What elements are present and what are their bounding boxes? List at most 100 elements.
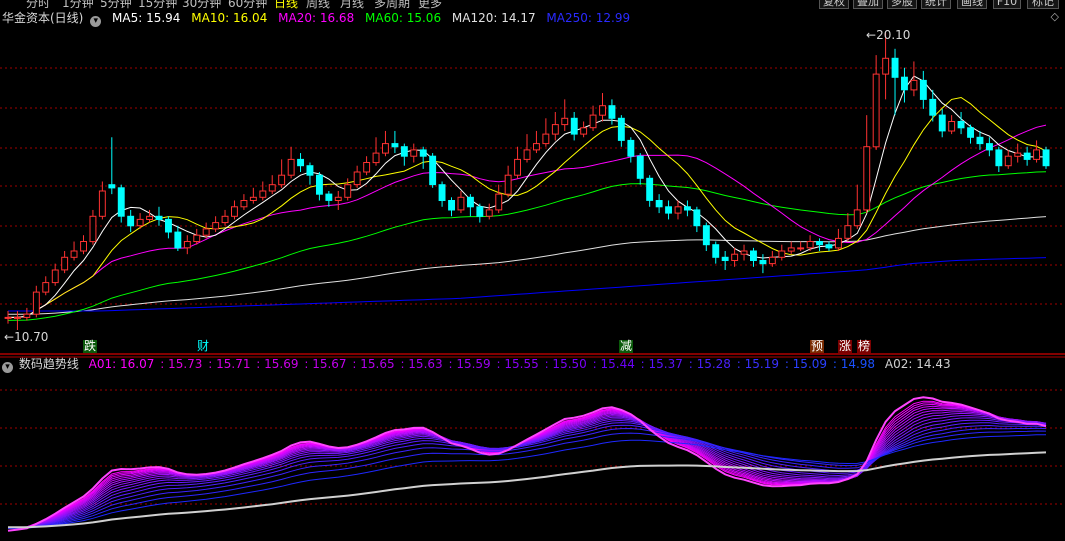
candle-body [919,79,927,100]
candle [287,146,295,179]
candle-body [665,206,672,214]
candle [778,244,786,261]
candle-body [372,152,380,164]
candle-body [504,174,512,195]
candle-body [825,244,833,249]
candle [259,181,267,201]
candle-body [929,98,937,116]
candle [297,153,305,173]
event-marker-zhang[interactable]: 涨 [838,340,852,353]
candle [768,251,776,267]
high-arrow-icon: ← [866,28,877,42]
candle [221,209,229,226]
candle [32,285,40,318]
candle [835,228,842,252]
candle [98,181,106,220]
candle [448,197,456,217]
candle [457,190,465,214]
candle [325,190,333,207]
candle-body [967,127,974,138]
candle [617,115,625,147]
candle [825,241,833,252]
candle-body [249,196,257,202]
candle [382,130,389,157]
candle [882,33,890,100]
candle [61,251,69,274]
candle-body [721,256,729,261]
candle [306,162,314,185]
candle [249,187,257,204]
candle-body [910,79,918,91]
candle-body [174,231,182,249]
candle [948,115,956,135]
candle-body [325,193,333,201]
candle-body [1042,149,1050,167]
high-price-label: ←20.10 [866,28,911,42]
candle [636,153,644,185]
candle-body [797,247,805,250]
candle-body [674,206,682,214]
candle [1033,140,1040,163]
candle [4,311,12,324]
candle [372,137,380,166]
kline-chart[interactable] [0,0,1065,541]
candle [165,216,172,239]
candle-body [1033,149,1040,160]
candle [797,241,805,252]
event-marker-cai[interactable]: 财 [196,340,210,353]
candle-body [89,215,97,243]
candle [127,209,135,233]
candle-body [580,127,588,135]
candle-body [240,200,248,208]
candle-body [787,247,795,252]
candle-body [551,124,559,135]
candle [976,130,984,150]
candle-body [636,155,644,179]
candle [872,55,880,150]
candle [665,200,672,220]
candle [542,118,550,147]
candle [155,206,163,226]
ma-lines [7,75,1047,321]
candle [467,194,474,217]
candle [646,175,654,207]
candle-body [259,190,267,198]
event-marker-bang[interactable]: 榜 [857,340,871,353]
candle [183,235,191,255]
candle-body [561,117,569,126]
candle-body [467,196,474,208]
candle [919,70,927,109]
candle-body [231,206,238,217]
candle [51,263,59,286]
candle-body [146,215,154,221]
candle-body [80,241,87,252]
candle [702,222,710,252]
candle [212,216,220,233]
candle [750,247,757,267]
candle-body [23,313,31,318]
candle-body [400,146,408,157]
candle [674,200,682,220]
candle-body [523,149,531,160]
candle-body [202,228,210,236]
event-marker-die[interactable]: 跌 [83,340,97,353]
candle [655,194,663,214]
event-marker-yu[interactable]: 预 [810,340,824,353]
candle-body [32,291,40,315]
candle [627,137,635,163]
candle-body [344,184,352,198]
candle [938,108,946,138]
candle-body [646,177,654,201]
candle-body [495,193,503,211]
candle-body [42,282,50,293]
candle-body [750,250,757,261]
candle-body [448,200,456,211]
candle-body [287,158,295,176]
candle-body [476,206,484,217]
candle-body [419,149,427,157]
candle [967,124,974,144]
candle-body [70,250,78,258]
event-marker-jian[interactable]: 减 [619,340,633,353]
candle-body [693,209,701,227]
candle-body [127,215,135,227]
